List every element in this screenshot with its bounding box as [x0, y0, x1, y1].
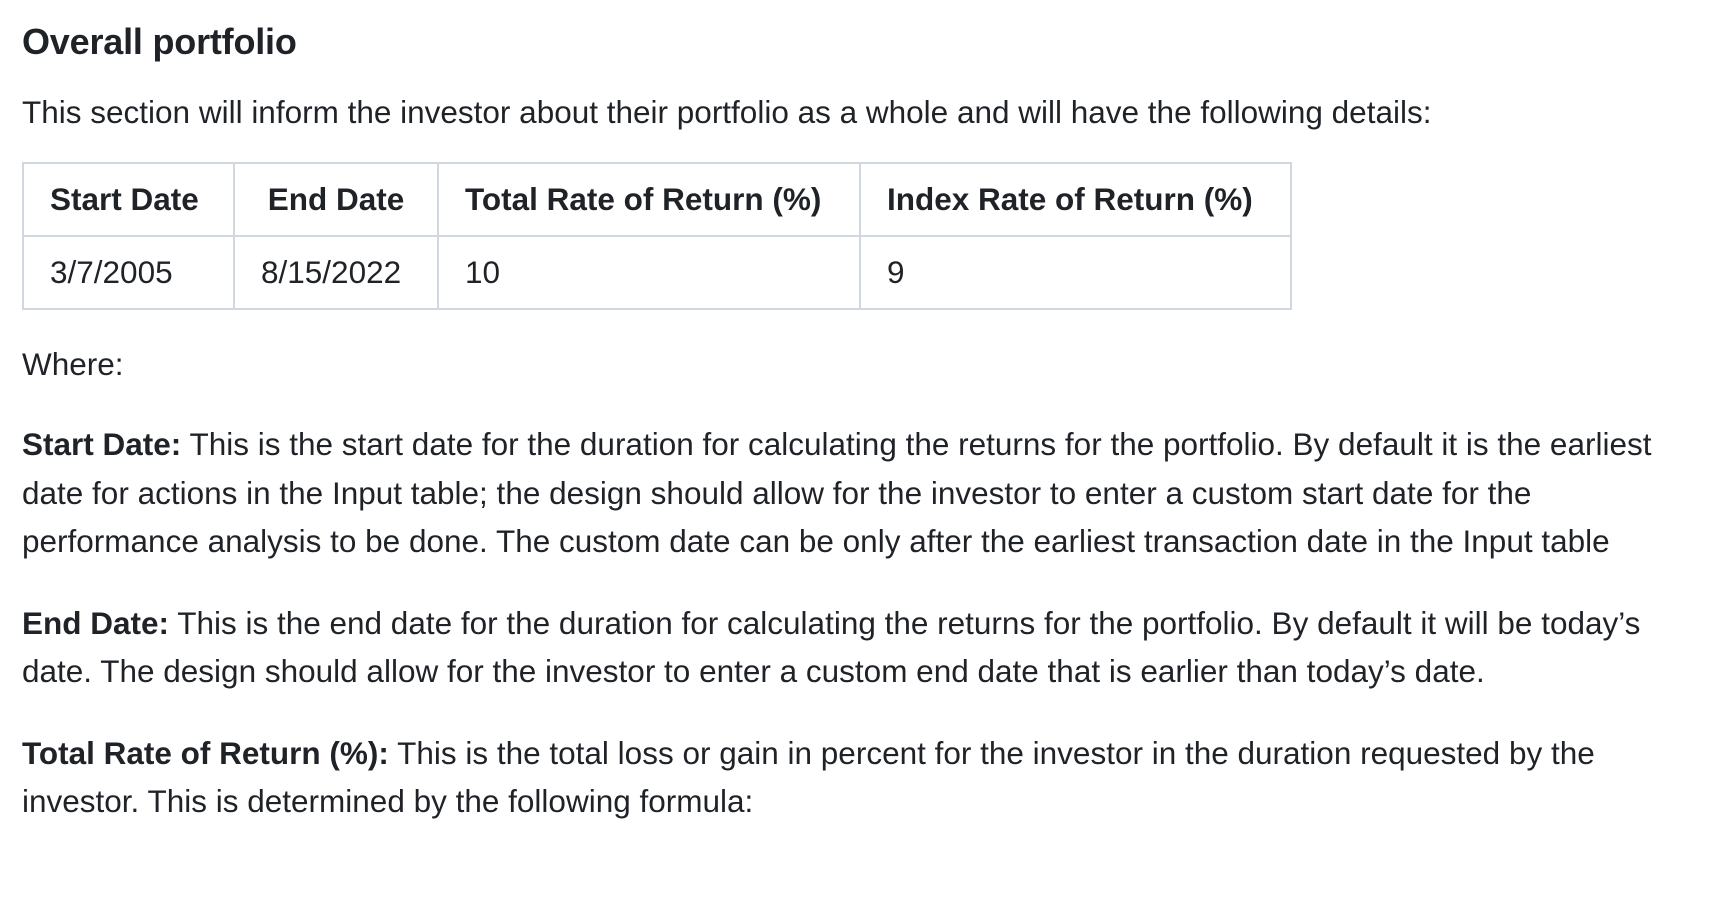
- definition-total-return: Total Rate of Return (%): This is the to…: [22, 729, 1712, 826]
- definition-end-date: End Date: This is the end date for the d…: [22, 599, 1712, 696]
- where-label: Where:: [22, 346, 124, 382]
- definition-text: This is the end date for the duration fo…: [22, 604, 1641, 690]
- definition-term: End Date:: [22, 604, 170, 641]
- cell-end-date: 8/15/2022: [233, 235, 439, 310]
- definition-text: This is the start date for the duration …: [22, 426, 1652, 559]
- header-total-return: Total Rate of Return (%): [437, 162, 861, 237]
- section-intro: This section will inform the investor ab…: [22, 94, 1432, 130]
- definition-start-date: Start Date: This is the start date for t…: [22, 420, 1712, 566]
- table-row: 3/7/2005 8/15/2022 10 9: [22, 235, 1292, 310]
- document-page: Overall portfolio This section will info…: [0, 0, 1720, 906]
- cell-index-return: 9: [859, 235, 1292, 310]
- table-header-row: Start Date End Date Total Rate of Return…: [22, 162, 1292, 237]
- section-title: Overall portfolio: [22, 21, 297, 62]
- cell-start-date: 3/7/2005: [22, 235, 235, 310]
- header-start-date: Start Date: [22, 162, 235, 237]
- definition-term: Start Date:: [22, 426, 182, 462]
- header-end-date: End Date: [233, 162, 439, 237]
- cell-total-return: 10: [437, 235, 861, 310]
- portfolio-table: Start Date End Date Total Rate of Return…: [22, 162, 1292, 310]
- definition-term: Total Rate of Return (%):: [22, 734, 389, 771]
- header-index-return: Index Rate of Return (%): [859, 162, 1292, 237]
